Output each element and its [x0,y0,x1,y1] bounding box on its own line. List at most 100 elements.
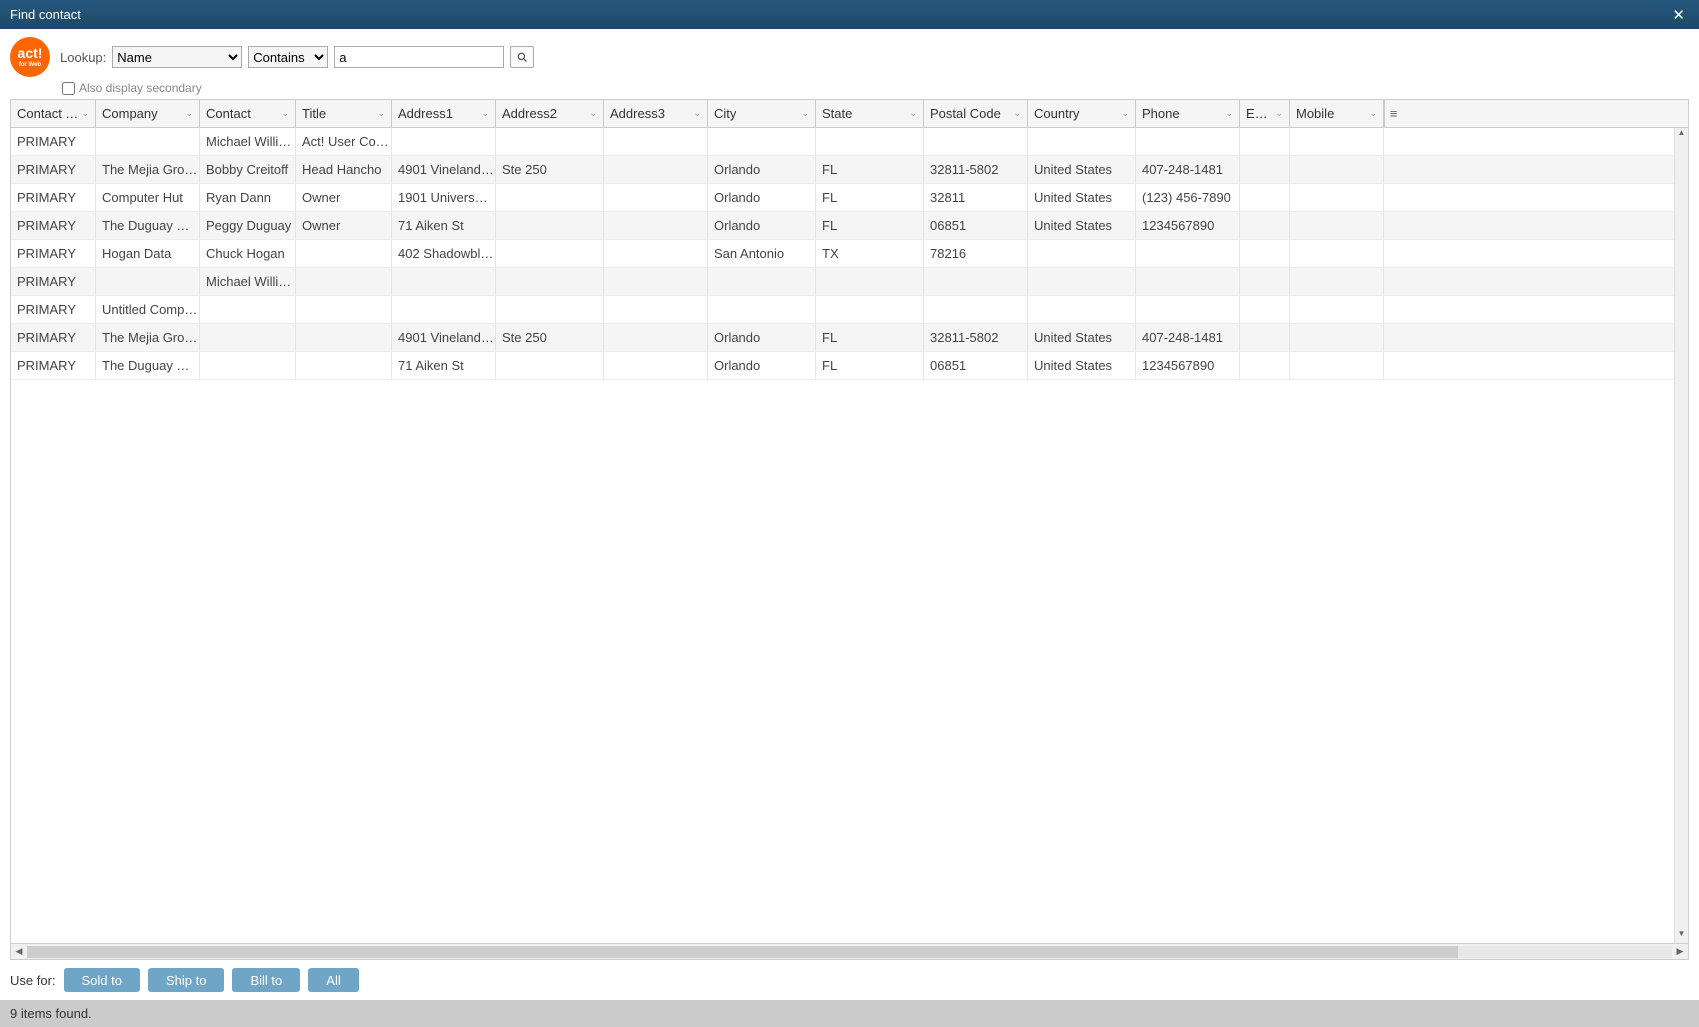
scroll-left-icon[interactable]: ◀ [11,946,27,957]
cell-address3 [604,296,708,323]
table-row[interactable]: PRIMARYThe Mejia Gro…4901 Vineland…Ste 2… [11,324,1688,352]
table-row[interactable]: PRIMARYComputer HutRyan DannOwner1901 Un… [11,184,1688,212]
column-header-contact[interactable]: Contact⌄ [200,100,296,127]
table-row[interactable]: PRIMARYThe Duguay …Peggy DuguayOwner71 A… [11,212,1688,240]
column-header-city[interactable]: City⌄ [708,100,816,127]
vertical-scrollbar[interactable]: ▲ ▼ [1674,128,1688,943]
column-header-postal[interactable]: Postal Code⌄ [924,100,1028,127]
search-button[interactable] [510,46,534,68]
table-row[interactable]: PRIMARYHogan DataChuck Hogan402 Shadowbl… [11,240,1688,268]
cell-ext [1240,212,1290,239]
chevron-down-icon[interactable]: ⌄ [1369,108,1377,119]
chevron-down-icon[interactable]: ⌄ [1225,108,1233,119]
column-header-company[interactable]: Company⌄ [96,100,200,127]
cell-contacttype: PRIMARY [11,128,96,155]
hscroll-thumb[interactable] [27,946,1458,958]
scroll-up-icon[interactable]: ▲ [1675,128,1688,142]
cell-state: FL [816,184,924,211]
grid-body: PRIMARYMichael Willi…Act! User Co…PRIMAR… [11,128,1688,943]
grid-options-button[interactable]: ≡ [1384,100,1402,127]
table-row[interactable]: PRIMARYThe Mejia Gro…Bobby CreitoffHead … [11,156,1688,184]
chevron-down-icon[interactable]: ⌄ [81,108,89,119]
scroll-down-icon[interactable]: ▼ [1675,929,1688,943]
ship-to-button[interactable]: Ship to [148,968,224,992]
footer-actions: Use for: Sold to Ship to Bill to All [0,960,1699,1000]
cell-contact: Ryan Dann [200,184,296,211]
search-input[interactable] [334,46,504,68]
cell-postal: 32811-5802 [924,156,1028,183]
cell-contact: Michael Willi… [200,128,296,155]
cell-address3 [604,128,708,155]
cell-address1: 71 Aiken St [392,212,496,239]
cell-city [708,128,816,155]
column-header-label: Phone [1142,106,1180,121]
chevron-down-icon[interactable]: ⌄ [1121,108,1129,119]
scroll-right-icon[interactable]: ▶ [1672,946,1688,957]
column-header-label: Ext ... [1246,106,1273,121]
chevron-down-icon[interactable]: ⌄ [909,108,917,119]
cell-mobile [1290,296,1384,323]
column-header-address1[interactable]: Address1⌄ [392,100,496,127]
cell-mobile [1290,212,1384,239]
chevron-down-icon[interactable]: ⌄ [693,108,701,119]
table-row[interactable]: PRIMARYMichael Willi… [11,268,1688,296]
close-icon[interactable]: ✕ [1668,6,1689,24]
cell-address3 [604,184,708,211]
column-header-state[interactable]: State⌄ [816,100,924,127]
cell-city: Orlando [708,324,816,351]
horizontal-scrollbar[interactable]: ◀ ▶ [11,943,1688,959]
cell-ext [1240,296,1290,323]
chevron-down-icon[interactable]: ⌄ [1275,108,1283,119]
chevron-down-icon[interactable]: ⌄ [377,108,385,119]
column-header-country[interactable]: Country⌄ [1028,100,1136,127]
table-row[interactable]: PRIMARYThe Duguay …71 Aiken StOrlandoFL0… [11,352,1688,380]
table-row[interactable]: PRIMARYUntitled Comp… [11,296,1688,324]
lookup-field-select[interactable]: Name [112,46,242,68]
cell-country [1028,296,1136,323]
cell-state: FL [816,156,924,183]
chevron-down-icon[interactable]: ⌄ [801,108,809,119]
cell-state: FL [816,352,924,379]
chevron-down-icon[interactable]: ⌄ [1013,108,1021,119]
logo-text-main: act! [18,46,43,60]
column-header-label: Mobile [1296,106,1334,121]
cell-contacttype: PRIMARY [11,296,96,323]
lookup-condition-select[interactable]: Contains [248,46,328,68]
cell-address1: 4901 Vineland… [392,324,496,351]
chevron-down-icon[interactable]: ⌄ [481,108,489,119]
status-bar: 9 items found. [0,1000,1699,1027]
column-header-contacttype[interactable]: Contact T...⌄ [11,100,96,127]
cell-postal [924,296,1028,323]
secondary-checkbox-label: Also display secondary [79,81,202,95]
chevron-down-icon[interactable]: ⌄ [185,108,193,119]
column-header-phone[interactable]: Phone ⌄ [1136,100,1240,127]
cell-postal: 06851 [924,352,1028,379]
column-header-address3[interactable]: Address3⌄ [604,100,708,127]
hscroll-track[interactable] [27,946,1672,958]
column-header-address2[interactable]: Address2⌄ [496,100,604,127]
sold-to-button[interactable]: Sold to [64,968,140,992]
cell-address3 [604,240,708,267]
cell-contact [200,296,296,323]
cell-contacttype: PRIMARY [11,240,96,267]
table-row[interactable]: PRIMARYMichael Willi…Act! User Co… [11,128,1688,156]
cell-address1 [392,296,496,323]
cell-postal [924,128,1028,155]
cell-city: Orlando [708,156,816,183]
column-header-title[interactable]: Title⌄ [296,100,392,127]
column-header-ext[interactable]: Ext ...⌄ [1240,100,1290,127]
all-button[interactable]: All [308,968,358,992]
column-header-mobile[interactable]: Mobile ⌄ [1290,100,1384,127]
results-grid: Contact T...⌄Company⌄Contact⌄Title⌄Addre… [10,99,1689,960]
search-icon [517,51,527,63]
cell-mobile [1290,156,1384,183]
bill-to-button[interactable]: Bill to [232,968,300,992]
cell-title: Owner [296,184,392,211]
chevron-down-icon[interactable]: ⌄ [281,108,289,119]
cell-postal: 06851 [924,212,1028,239]
secondary-checkbox[interactable] [62,82,75,95]
chevron-down-icon[interactable]: ⌄ [589,108,597,119]
column-header-label: Contact T... [17,106,79,121]
cell-address1 [392,128,496,155]
cell-title [296,240,392,267]
